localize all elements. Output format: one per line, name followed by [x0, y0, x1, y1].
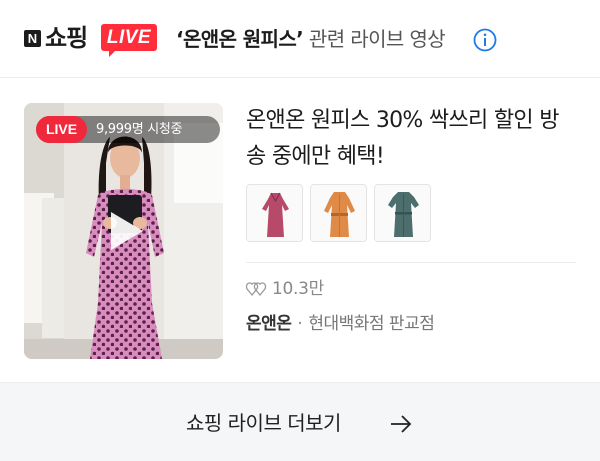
- live-video-card[interactable]: LIVE 9,999명 시청중 온앤온 원피스 30% 싹쓰리 할인 방송 중에…: [0, 79, 600, 382]
- product-dress-image-1: [247, 185, 302, 241]
- video-thumbnail[interactable]: LIVE 9,999명 시청중: [24, 103, 223, 359]
- product-thumb-2[interactable]: [310, 184, 367, 242]
- store-info[interactable]: 온앤온 · 현대백화점 판교점: [246, 311, 435, 337]
- separator-dot: ·: [297, 314, 303, 334]
- naver-n-logo: N: [24, 30, 41, 47]
- video-title[interactable]: 온앤온 원피스 30% 싹쓰리 할인 방송 중에만 혜택!: [246, 103, 576, 175]
- arrow-right-icon: [391, 415, 412, 433]
- more-button-label: 쇼핑 라이브 더보기: [186, 411, 341, 435]
- shopping-logo-text: 쇼핑: [45, 24, 88, 52]
- section-title: ‘온앤온 원피스’ 관련 라이브 영상: [176, 24, 446, 54]
- more-shopping-live-button[interactable]: 쇼핑 라이브 더보기: [0, 383, 600, 461]
- info-icon[interactable]: [473, 28, 497, 52]
- store-location: 현대백화점 판교점: [308, 314, 435, 334]
- viewer-count: 9,999명 시청중: [96, 122, 183, 137]
- footer: 쇼핑 라이브 더보기: [0, 382, 600, 461]
- section-title-suffix: 관련 라이브 영상: [303, 27, 446, 51]
- play-icon[interactable]: [99, 206, 149, 256]
- product-thumb-3[interactable]: [374, 184, 431, 242]
- card-divider: [246, 262, 576, 263]
- product-dress-image-2: [311, 185, 366, 241]
- live-badge: LIVE: [36, 116, 87, 143]
- brand-name[interactable]: 온앤온: [246, 314, 292, 334]
- header: N 쇼핑 LIVE ‘온앤온 원피스’ 관련 라이브 영상: [0, 0, 600, 78]
- product-thumb-1[interactable]: [246, 184, 303, 242]
- search-query: ‘온앤온 원피스’: [176, 27, 304, 51]
- double-heart-icon: [246, 282, 267, 297]
- product-dress-image-3: [375, 185, 430, 241]
- like-count: 10.3만: [272, 279, 324, 299]
- live-logo-badge: LIVE: [101, 24, 157, 57]
